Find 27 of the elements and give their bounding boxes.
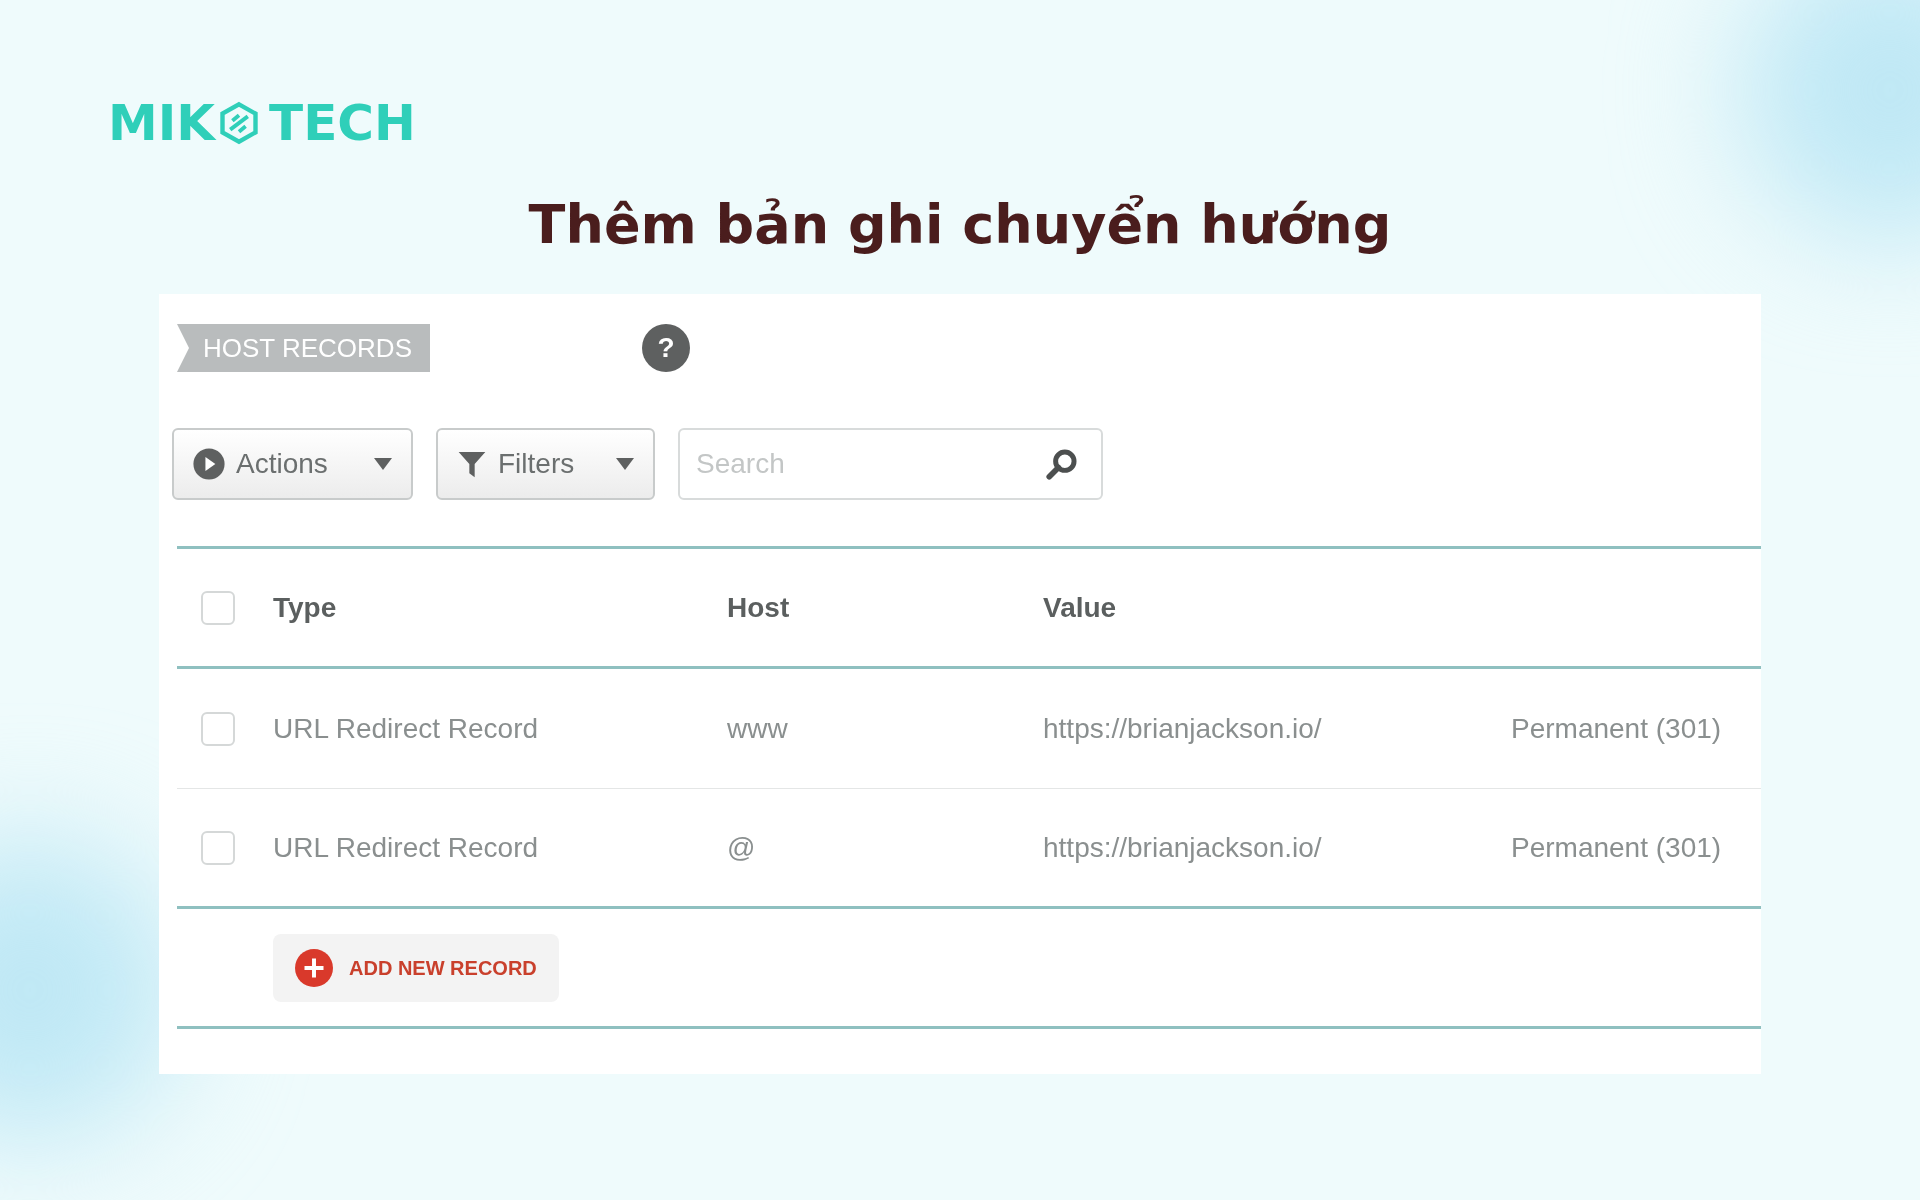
- column-header: Type: [273, 591, 337, 623]
- table-cell: Permanent (301): [1511, 712, 1722, 744]
- search-field[interactable]: Search: [678, 428, 1103, 500]
- table-cell: https://brianjackson.io/: [1043, 831, 1322, 863]
- filters-dropdown[interactable]: Filters: [436, 428, 655, 500]
- table-cell: @: [727, 831, 756, 863]
- play-icon: [192, 447, 226, 481]
- help-icon[interactable]: ?: [642, 324, 690, 372]
- table-cell: URL Redirect Record: [273, 712, 539, 744]
- checkbox[interactable]: [201, 830, 235, 865]
- table-cell: www: [727, 712, 788, 744]
- add-record-button[interactable]: ADD NEW RECORD: [273, 933, 559, 1002]
- actions-dropdown[interactable]: Actions: [172, 428, 413, 500]
- table-cell: URL Redirect Record: [273, 831, 539, 863]
- search-icon[interactable]: [1045, 447, 1079, 481]
- checkbox[interactable]: [201, 590, 235, 625]
- column-header: Value: [1043, 591, 1117, 623]
- caret-icon: [373, 458, 393, 470]
- column-header: Host: [727, 591, 790, 623]
- logo-text: TECH: [269, 98, 416, 148]
- table-cell: Permanent (301): [1511, 831, 1722, 863]
- logo-text: MIK: [108, 98, 216, 148]
- section-tag: HOST RECORDS: [177, 324, 430, 372]
- checkbox[interactable]: [201, 711, 235, 746]
- plus-icon: [295, 948, 333, 987]
- caret-icon: [615, 458, 635, 470]
- table-cell: https://brianjackson.io/: [1043, 712, 1322, 744]
